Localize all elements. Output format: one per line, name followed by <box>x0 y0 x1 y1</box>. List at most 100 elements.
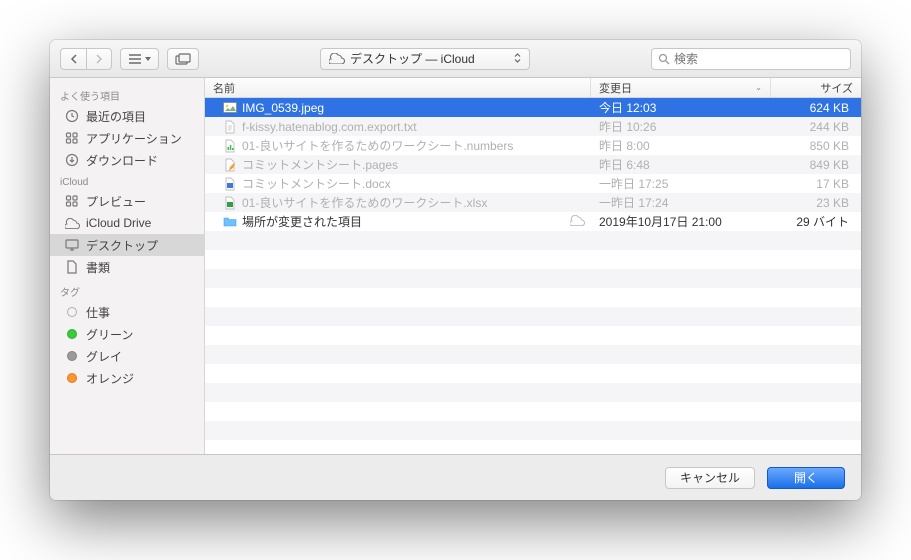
sort-caret-icon: ⌄ <box>755 83 762 92</box>
updown-caret-icon <box>514 53 521 65</box>
open-file-dialog: デスクトップ — iCloud よく使う項目最近の項目アプリケーションダウンロー… <box>50 40 861 500</box>
desktop-icon <box>64 237 80 253</box>
list-view-icon <box>128 54 142 64</box>
sidebar-section-heading: よく使う項目 <box>50 82 204 105</box>
sidebar: よく使う項目最近の項目アプリケーションダウンロード iCloud プレビュー iClo… <box>50 78 205 454</box>
apps-icon <box>64 193 80 209</box>
sidebar-item[interactable]: オレンジ <box>50 367 204 389</box>
file-row[interactable]: コミットメントシート.docx 一昨日 17:2517 KB <box>205 174 861 193</box>
nav-group <box>60 48 112 70</box>
footer: キャンセル 開く <box>50 454 861 500</box>
file-size: 849 KB <box>771 158 861 172</box>
clock-icon <box>64 108 80 124</box>
file-date: 昨日 6:48 <box>591 156 771 173</box>
sidebar-item-label: グリーン <box>86 326 133 343</box>
sidebar-item-label: 書類 <box>86 259 110 276</box>
sidebar-item-label: アプリケーション <box>86 130 182 147</box>
sidebar-item-label: グレイ <box>86 348 122 365</box>
file-size: 850 KB <box>771 139 861 153</box>
column-header-size[interactable]: サイズ <box>771 78 861 97</box>
num-file-icon <box>223 139 237 153</box>
doc-icon <box>64 259 80 275</box>
file-date: 昨日 10:26 <box>591 118 771 135</box>
xlsx-file-icon <box>223 196 237 210</box>
cancel-button[interactable]: キャンセル <box>665 467 755 489</box>
file-date: 昨日 8:00 <box>591 137 771 154</box>
sidebar-item-label: ダウンロード <box>86 152 158 169</box>
sidebar-item-label: デスクトップ <box>86 237 158 254</box>
file-row[interactable]: コミットメントシート.pages 昨日 6:48849 KB <box>205 155 861 174</box>
sidebar-item-label: iCloud Drive <box>86 216 151 230</box>
file-name: 場所が変更された項目 <box>242 213 362 230</box>
sidebar-item[interactable]: iCloud Drive <box>50 212 204 234</box>
file-date: 一昨日 17:24 <box>591 194 771 211</box>
column-headers: 名前 変更日⌄ サイズ <box>205 78 861 98</box>
file-list-pane: 名前 変更日⌄ サイズ IMG_0539.jpeg 今日 12:03624 KB f… <box>205 78 861 454</box>
sidebar-section-heading: タグ <box>50 278 204 301</box>
file-size: 23 KB <box>771 196 861 210</box>
sidebar-item-label: プレビュー <box>86 193 146 210</box>
toolbar: デスクトップ — iCloud <box>50 40 861 78</box>
file-size: 17 KB <box>771 177 861 191</box>
file-name: f-kissy.hatenablog.com.export.txt <box>242 120 417 134</box>
tag-dot-icon <box>64 326 80 342</box>
docx-file-icon <box>223 177 237 191</box>
sidebar-item[interactable]: グレイ <box>50 345 204 367</box>
file-row[interactable]: 場所が変更された項目2019年10月17日 21:0029 バイト <box>205 212 861 231</box>
file-date: 今日 12:03 <box>591 99 771 116</box>
sidebar-item[interactable]: 最近の項目 <box>50 105 204 127</box>
file-size: 624 KB <box>771 101 861 115</box>
sidebar-section-heading: iCloud <box>50 171 204 190</box>
sidebar-item[interactable]: 仕事 <box>50 301 204 323</box>
tag-dot-icon <box>64 304 80 320</box>
chevron-right-icon <box>95 54 103 64</box>
file-name: コミットメントシート.docx <box>242 175 391 192</box>
txt-file-icon <box>223 120 237 134</box>
open-button[interactable]: 開く <box>767 467 845 489</box>
tag-dot-icon <box>64 370 80 386</box>
file-size: 244 KB <box>771 120 861 134</box>
pages-file-icon <box>223 158 237 172</box>
file-row[interactable]: f-kissy.hatenablog.com.export.txt 昨日 10:2… <box>205 117 861 136</box>
file-row[interactable]: 01-良いサイトを作るためのワークシート.numbers 昨日 8:00850 K… <box>205 136 861 155</box>
column-header-name[interactable]: 名前 <box>205 78 591 97</box>
sidebar-item-label: 最近の項目 <box>86 108 146 125</box>
sidebar-item-label: オレンジ <box>86 370 134 387</box>
img-file-icon <box>223 101 237 115</box>
file-name: コミットメントシート.pages <box>242 156 398 173</box>
sidebar-item[interactable]: 書類 <box>50 256 204 278</box>
tag-dot-icon <box>64 348 80 364</box>
search-field[interactable] <box>651 48 851 70</box>
column-header-date[interactable]: 変更日⌄ <box>591 78 771 97</box>
sidebar-item-label: 仕事 <box>86 304 110 321</box>
sidebar-item[interactable]: グリーン <box>50 323 204 345</box>
view-mode-button[interactable] <box>120 48 159 70</box>
file-name: 01-良いサイトを作るためのワークシート.numbers <box>242 137 513 154</box>
folder-file-icon <box>223 215 237 229</box>
file-name: 01-良いサイトを作るためのワークシート.xlsx <box>242 194 487 211</box>
apps-icon <box>64 130 80 146</box>
file-row[interactable]: IMG_0539.jpeg 今日 12:03624 KB <box>205 98 861 117</box>
chevron-left-icon <box>70 54 78 64</box>
location-label: デスクトップ — iCloud <box>350 50 475 67</box>
search-input[interactable] <box>674 52 844 66</box>
back-button[interactable] <box>60 48 86 70</box>
sidebar-item[interactable]: プレビュー <box>50 190 204 212</box>
group-button[interactable] <box>167 48 199 70</box>
file-name: IMG_0539.jpeg <box>242 101 324 115</box>
sidebar-item[interactable]: アプリケーション <box>50 127 204 149</box>
group-icon <box>175 53 191 65</box>
down-icon <box>64 152 80 168</box>
location-popup[interactable]: デスクトップ — iCloud <box>320 48 530 70</box>
file-date: 一昨日 17:25 <box>591 175 771 192</box>
cloud-icon <box>64 215 80 231</box>
sidebar-item[interactable]: デスクトップ <box>50 234 204 256</box>
chevron-down-icon <box>145 57 151 61</box>
cloud-icon <box>329 53 345 64</box>
file-size: 29 バイト <box>771 213 861 230</box>
forward-button[interactable] <box>86 48 112 70</box>
search-icon <box>658 53 670 65</box>
file-row[interactable]: 01-良いサイトを作るためのワークシート.xlsx 一昨日 17:2423 KB <box>205 193 861 212</box>
sidebar-item[interactable]: ダウンロード <box>50 149 204 171</box>
cloud-status-icon <box>570 215 585 229</box>
